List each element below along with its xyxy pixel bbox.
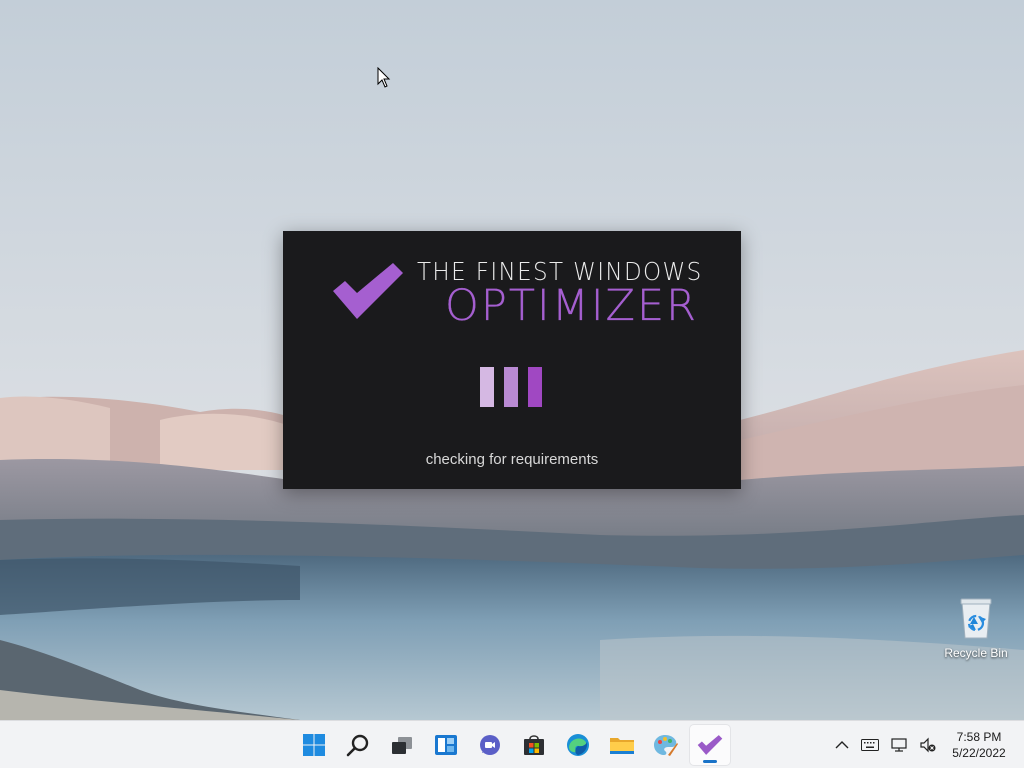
title-line-2: OPTIMIZER [445,281,699,331]
chat-icon [480,735,500,755]
widgets-icon [435,735,457,755]
task-view-icon [392,737,412,754]
search-icon [346,734,369,757]
checkmark-logo-icon [333,263,403,319]
windows-logo-icon [303,734,325,756]
task-view-button[interactable] [382,725,422,765]
file-explorer-button[interactable] [602,725,642,765]
search-button[interactable] [338,725,378,765]
store-button[interactable] [514,725,554,765]
mouse-cursor-icon [377,67,391,88]
recycle-bin-icon [960,598,992,639]
loading-bar-3 [528,367,542,407]
paint-button[interactable] [646,725,686,765]
volume-button[interactable] [918,735,938,755]
store-icon [524,735,544,755]
keyboard-icon [861,739,879,751]
status-text: checking for requirements [425,451,599,468]
active-app-indicator [703,760,717,763]
paint-icon [654,735,678,756]
optimizer-splash-window: THE FINEST WINDOWS OPTIMIZER checking fo… [283,231,741,489]
loading-indicator [480,367,542,407]
show-hidden-icons-button[interactable] [832,735,852,755]
folder-icon [610,738,634,754]
keyboard-button[interactable] [860,735,880,755]
recycle-bin-label: Recycle Bin [944,646,1008,660]
network-icon [891,738,907,752]
chevron-up-icon [835,741,849,749]
checkmark-icon [697,735,723,755]
volume-muted-icon [920,737,936,753]
optimizer-button[interactable] [690,725,730,765]
clock-date: 5/22/2022 [952,746,1006,760]
network-button[interactable] [890,735,910,755]
loading-bar-1 [480,367,494,407]
taskbar: 7:58 PM 5/22/2022 [0,720,1024,768]
edge-button[interactable] [558,725,598,765]
clock[interactable]: 7:58 PM 5/22/2022 [944,729,1014,761]
chat-button[interactable] [470,725,510,765]
edge-icon [567,734,589,756]
recycle-bin-shortcut[interactable]: Recycle Bin [940,596,1012,666]
clock-time: 7:58 PM [956,730,1002,744]
start-button[interactable] [294,725,334,765]
loading-bar-2 [504,367,518,407]
widgets-button[interactable] [426,725,466,765]
